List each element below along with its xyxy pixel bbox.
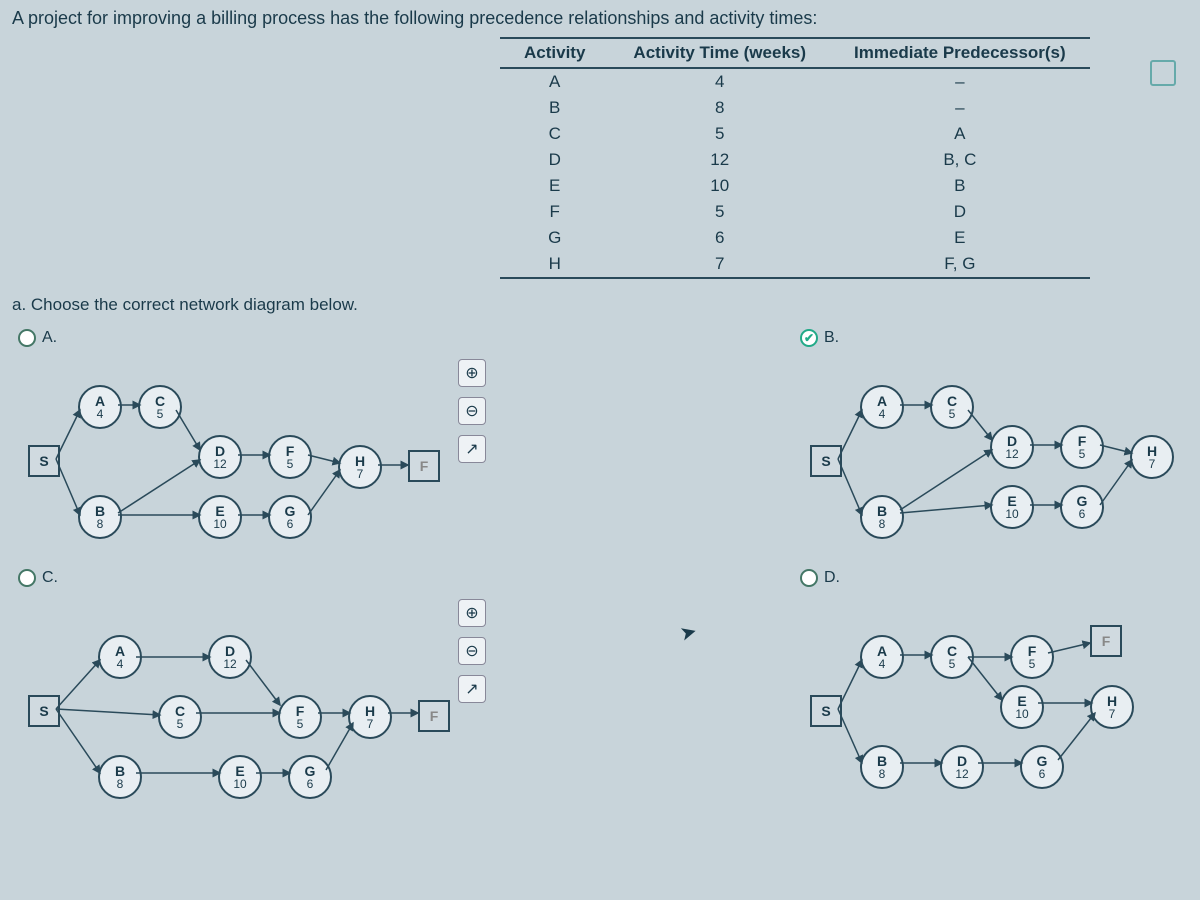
node-b: B8 (98, 755, 142, 799)
popout-icon[interactable]: ↗ (458, 435, 486, 463)
table-cell: 12 (609, 147, 830, 173)
table-cell: E (830, 225, 1090, 251)
option-a-label: A. (42, 329, 57, 347)
th-activity: Activity (500, 38, 609, 68)
node-h: H7 (1090, 685, 1134, 729)
node-a: A4 (860, 635, 904, 679)
zoom-out-icon[interactable]: ⊖ (458, 637, 486, 665)
node-c: C5 (930, 635, 974, 679)
table-cell: E (500, 173, 609, 199)
end-node: F (418, 700, 450, 732)
node-h: H7 (338, 445, 382, 489)
start-node: S (810, 445, 842, 477)
start-node: S (28, 695, 60, 727)
table-cell: A (830, 121, 1090, 147)
node-a: A4 (78, 385, 122, 429)
node-f: F5 (268, 435, 312, 479)
node-f: F5 (1010, 635, 1054, 679)
node-c: C5 (138, 385, 182, 429)
node-f: F5 (278, 695, 322, 739)
radio-option-b[interactable] (800, 329, 818, 347)
table-cell: F, G (830, 251, 1090, 278)
node-d: D12 (198, 435, 242, 479)
node-e: E10 (1000, 685, 1044, 729)
table-cell: H (500, 251, 609, 278)
end-node: F (408, 450, 440, 482)
table-cell: – (830, 95, 1090, 121)
node-h: H7 (348, 695, 392, 739)
start-node: S (810, 695, 842, 727)
activity-table: Activity Activity Time (weeks) Immediate… (500, 37, 1200, 279)
node-e: E10 (990, 485, 1034, 529)
radio-option-a[interactable] (18, 329, 36, 347)
table-cell: 7 (609, 251, 830, 278)
diagram-option-d: S A4 C5 B8 D12 E10 F5 G6 H7 F (800, 595, 1200, 795)
node-c: C5 (158, 695, 202, 739)
table-cell: A (500, 68, 609, 95)
node-d: D12 (208, 635, 252, 679)
table-cell: B, C (830, 147, 1090, 173)
radio-option-c[interactable] (18, 569, 36, 587)
start-node: S (28, 445, 60, 477)
node-b: B8 (860, 495, 904, 539)
popout-icon[interactable]: ↗ (458, 675, 486, 703)
question-intro: A project for improving a billing proces… (0, 0, 1200, 33)
node-c: C5 (930, 385, 974, 429)
node-g: G6 (1060, 485, 1104, 529)
node-g: G6 (1020, 745, 1064, 789)
option-b-label: B. (824, 329, 839, 347)
th-pred: Immediate Predecessor(s) (830, 38, 1090, 68)
table-cell: D (500, 147, 609, 173)
cursor-icon: ➤ (677, 618, 700, 646)
node-f: F5 (1060, 425, 1104, 469)
node-a: A4 (98, 635, 142, 679)
option-c-label: C. (42, 569, 58, 587)
node-g: G6 (268, 495, 312, 539)
zoom-in-icon[interactable]: ⊕ (458, 359, 486, 387)
table-cell: F (500, 199, 609, 225)
th-time: Activity Time (weeks) (609, 38, 830, 68)
node-e: E10 (198, 495, 242, 539)
node-b: B8 (860, 745, 904, 789)
table-cell: C (500, 121, 609, 147)
radio-option-d[interactable] (800, 569, 818, 587)
part-a-prompt: a. Choose the correct network diagram be… (0, 279, 1200, 319)
node-h: H7 (1130, 435, 1174, 479)
table-cell: 10 (609, 173, 830, 199)
copy-icon[interactable] (1150, 60, 1176, 86)
end-node: F (1090, 625, 1122, 657)
option-d-label: D. (824, 569, 840, 587)
table-cell: 5 (609, 199, 830, 225)
table-cell: 8 (609, 95, 830, 121)
table-cell: D (830, 199, 1090, 225)
node-e: E10 (218, 755, 262, 799)
zoom-in-icon[interactable]: ⊕ (458, 599, 486, 627)
table-cell: 5 (609, 121, 830, 147)
table-cell: B (830, 173, 1090, 199)
node-d: D12 (940, 745, 984, 789)
node-b: B8 (78, 495, 122, 539)
diagram-option-b: S A4 C5 B8 D12 E10 F5 G6 H7 (800, 355, 1200, 555)
node-a: A4 (860, 385, 904, 429)
table-cell: 4 (609, 68, 830, 95)
table-cell: B (500, 95, 609, 121)
table-cell: G (500, 225, 609, 251)
node-g: G6 (288, 755, 332, 799)
zoom-out-icon[interactable]: ⊖ (458, 397, 486, 425)
node-d: D12 (990, 425, 1034, 469)
table-cell: – (830, 68, 1090, 95)
table-cell: 6 (609, 225, 830, 251)
